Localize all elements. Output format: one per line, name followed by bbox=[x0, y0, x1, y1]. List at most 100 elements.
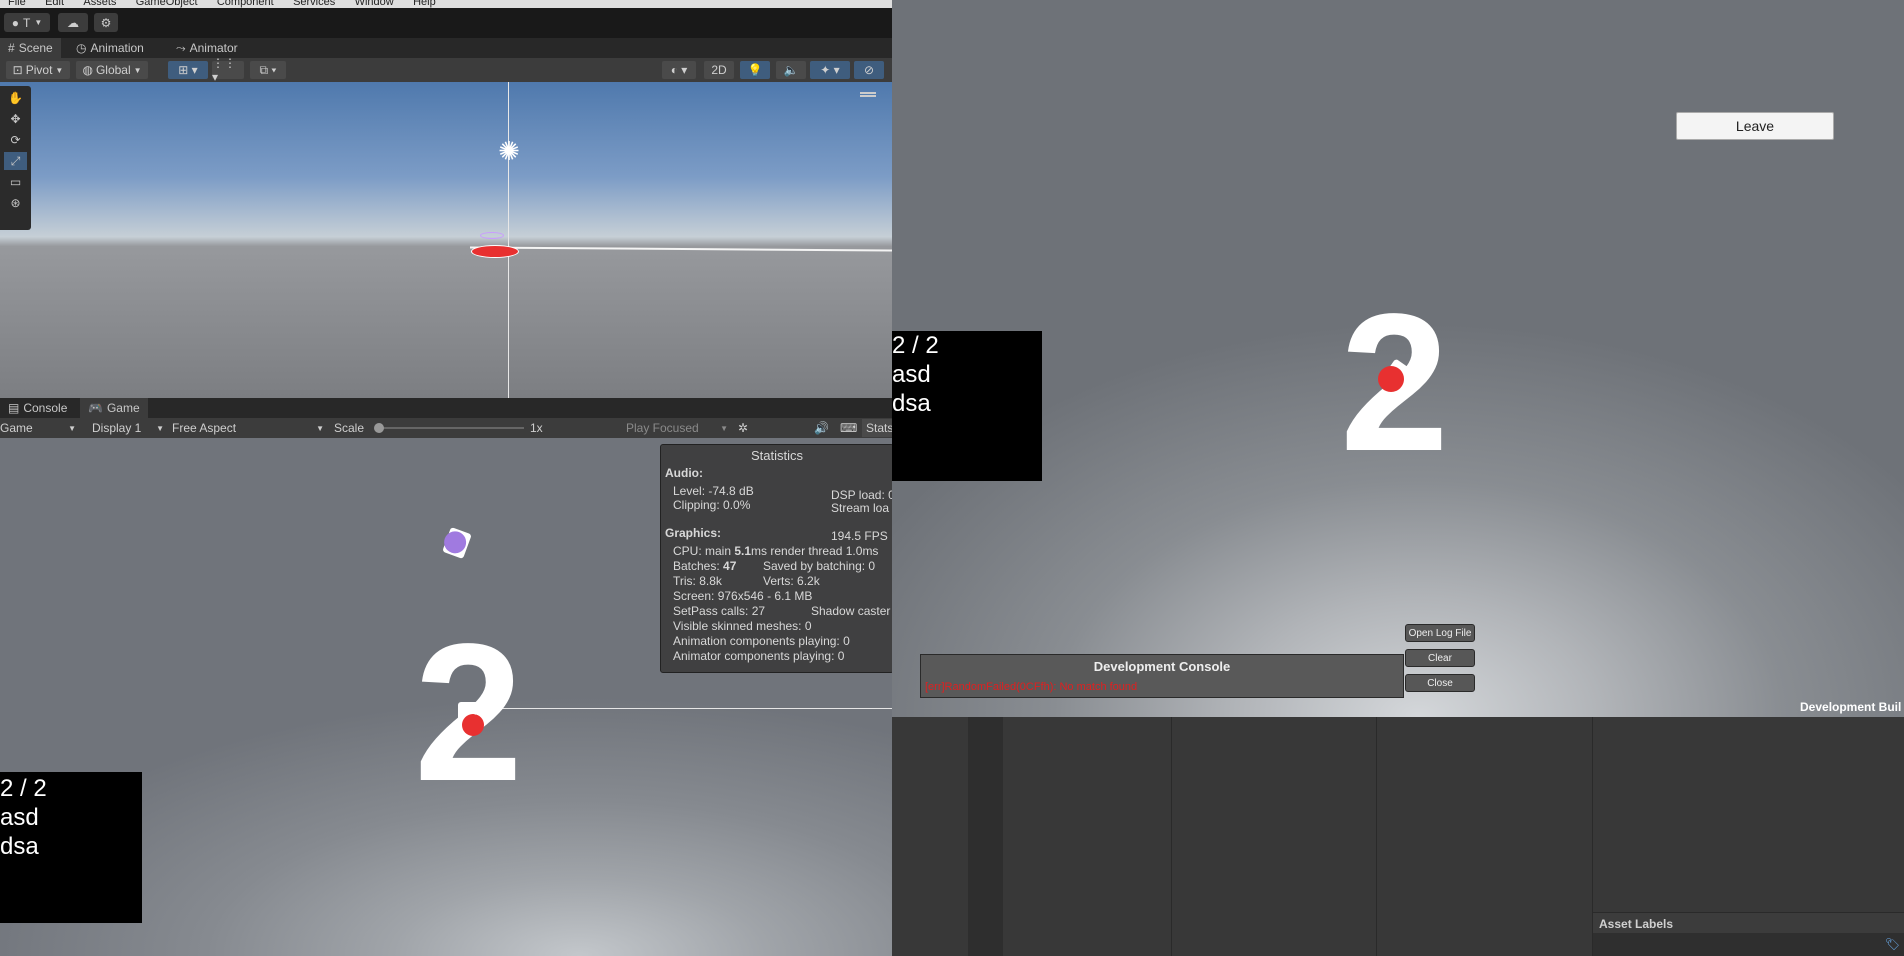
display-dropdown[interactable]: Display 1 ▼ bbox=[92, 419, 164, 437]
snap-increment-button[interactable]: ⋮⋮ ▾ bbox=[212, 56, 244, 84]
play-mode-dropdown[interactable]: Play Focused ▼ bbox=[626, 419, 728, 437]
statistics-title: Statistics bbox=[750, 448, 803, 463]
scene-view[interactable]: ✺ bbox=[0, 82, 892, 398]
menu-edit[interactable]: Edit bbox=[45, 0, 64, 8]
graphics-skinned: Visible skinned meshes: 0 bbox=[673, 619, 812, 633]
rect-tool-icon[interactable]: ▭ bbox=[4, 173, 27, 191]
account-dropdown[interactable]: ● T ▼ bbox=[4, 13, 50, 32]
aspect-dropdown[interactable]: Free Aspect ▼ bbox=[172, 419, 326, 437]
settings-button[interactable]: ⚙ bbox=[94, 13, 118, 32]
build-hud-line-1: asd bbox=[892, 361, 931, 388]
development-console: Development Console [err]RandomFailed(0C… bbox=[920, 654, 1404, 698]
console-error-line[interactable]: [err]RandomFailed(0CFfh): No match found bbox=[925, 681, 1137, 693]
game-ground-line bbox=[470, 708, 892, 709]
keyboard-icon[interactable]: ⌨ bbox=[840, 419, 857, 437]
graphics-tris: Tris: 8.8k bbox=[673, 574, 722, 588]
cloud-button[interactable]: ☁ bbox=[58, 13, 88, 32]
graphics-saved-batching: Saved by batching: 0 bbox=[763, 559, 876, 573]
menu-assets[interactable]: Assets bbox=[83, 0, 116, 8]
tag-icon[interactable]: 🏷 bbox=[1885, 937, 1900, 951]
transform-tool-icon[interactable]: ⊛ bbox=[4, 194, 27, 212]
clear-button[interactable]: Clear bbox=[1405, 649, 1475, 667]
menu-component[interactable]: Component bbox=[217, 0, 274, 8]
open-log-file-button[interactable]: Open Log File bbox=[1405, 624, 1475, 642]
grid-snap-button[interactable]: ⊞ ▾ bbox=[168, 61, 208, 79]
scale-label: Scale bbox=[334, 421, 365, 435]
sun-gizmo-icon: ✺ bbox=[470, 699, 486, 719]
global-label: Global bbox=[95, 63, 131, 77]
hand-tool-icon[interactable]: ✋ bbox=[4, 89, 27, 107]
global-dropdown[interactable]: ◍ Global ▼ bbox=[76, 61, 148, 79]
gear-icon: ⚙ bbox=[100, 15, 112, 30]
tab-console[interactable]: ▤ Console bbox=[0, 398, 75, 418]
speaker-muted-icon: 🔈 bbox=[783, 63, 799, 77]
tab-animation[interactable]: ◷ Animation bbox=[68, 38, 152, 58]
grid-icon: # bbox=[8, 41, 15, 55]
game-toolbar: Game ▼ Display 1 ▼ Free Aspect ▼ Scale 1… bbox=[0, 418, 896, 438]
clock-icon: ◷ bbox=[76, 41, 87, 55]
rotate-tool-icon[interactable]: ⟳ bbox=[4, 131, 27, 149]
main-toolbar: ● T ▼ ☁ ⚙ bbox=[0, 8, 892, 38]
audio-header: Audio: bbox=[665, 466, 703, 480]
scale-slider-thumb[interactable] bbox=[374, 423, 384, 433]
tab-game[interactable]: 🎮 Game bbox=[80, 398, 148, 418]
tool-palette: ✋ ✥ ⟳ ⤢ ▭ ⊛ bbox=[0, 86, 31, 230]
stats-label: Stats bbox=[866, 421, 894, 435]
move-tool-icon[interactable]: ✥ bbox=[4, 110, 27, 128]
project-sidebar bbox=[968, 717, 1003, 956]
pivot-dropdown[interactable]: ⊡ Pivot ▼ bbox=[6, 61, 70, 79]
cpu-prefix: CPU: main bbox=[673, 544, 735, 558]
graphics-header: Graphics: bbox=[665, 526, 722, 540]
graphics-setpass: SetPass calls: 27 bbox=[673, 604, 766, 618]
menu-file[interactable]: File bbox=[8, 0, 26, 8]
menu-window[interactable]: Window bbox=[355, 0, 394, 8]
effects-icon: ✦ ▾ bbox=[820, 63, 840, 77]
build-hud-panel: 2 / 2 asd dsa bbox=[892, 331, 1042, 481]
build-game-window[interactable]: Leave 2 Development Buil bbox=[892, 0, 1904, 717]
scale-slider-track[interactable] bbox=[374, 423, 524, 433]
column-divider bbox=[1376, 717, 1377, 956]
menu-services[interactable]: Services bbox=[293, 0, 335, 8]
chevron-down-icon: ▼ bbox=[720, 423, 728, 433]
close-button[interactable]: Close bbox=[1405, 674, 1475, 692]
column-divider bbox=[1171, 717, 1172, 956]
build-player-red-sprite[interactable] bbox=[1378, 366, 1404, 392]
tab-animation-label: Animation bbox=[90, 41, 144, 55]
tab-scene[interactable]: # Scene bbox=[0, 38, 61, 58]
menu-help[interactable]: Help bbox=[413, 0, 436, 8]
effects-dropdown[interactable]: ✦ ▾ bbox=[810, 61, 850, 79]
draw-mode-dropdown[interactable]: ◐ ▾ bbox=[662, 61, 696, 79]
tab-animator[interactable]: ⤳ Animator bbox=[168, 38, 246, 58]
scene-menu-icon[interactable] bbox=[860, 92, 876, 94]
menu-gameobject[interactable]: GameObject bbox=[136, 0, 198, 8]
stats-button[interactable]: Stats bbox=[862, 419, 896, 437]
lighting-toggle[interactable]: 💡 bbox=[740, 61, 770, 79]
leave-button[interactable]: Leave bbox=[1676, 112, 1834, 140]
development-build-label: Development Buil bbox=[1800, 700, 1902, 714]
hud-line-1: asd bbox=[0, 804, 39, 831]
tab-animator-label: Animator bbox=[189, 41, 238, 55]
scale-tool-icon[interactable]: ⤢ bbox=[4, 152, 27, 170]
sun-icon[interactable]: ✺ bbox=[494, 136, 524, 166]
mute-audio-icon[interactable]: 🔊 bbox=[814, 419, 830, 437]
chevron-down-icon: ▼ bbox=[156, 423, 164, 433]
chevron-down-icon: ▼ bbox=[68, 423, 76, 433]
audio-toggle[interactable]: 🔈 bbox=[776, 61, 806, 79]
hud-line-2: dsa bbox=[0, 833, 39, 860]
tab-game-label: Game bbox=[106, 401, 140, 415]
hidden-objects-toggle[interactable]: ⊘ bbox=[854, 61, 884, 79]
ruler-button[interactable]: ⧉ ▾ bbox=[250, 61, 286, 79]
view-dropdown[interactable]: Game ▼ bbox=[0, 419, 80, 437]
player-purple-object[interactable] bbox=[480, 232, 504, 239]
bug-icon[interactable]: ✲ bbox=[738, 419, 756, 437]
player-red-object[interactable] bbox=[471, 245, 519, 258]
player-purple-sprite[interactable] bbox=[441, 527, 472, 559]
animator-icon: ⤳ bbox=[176, 40, 186, 55]
mode-2d-button[interactable]: 2D bbox=[704, 61, 734, 79]
build-hud-line-2: dsa bbox=[892, 390, 931, 417]
graphics-batches: Batches: 47 bbox=[673, 559, 736, 573]
console-icon: ▤ bbox=[8, 401, 20, 415]
tab-scene-label: Scene bbox=[18, 41, 53, 55]
tab-console-label: Console bbox=[23, 401, 68, 415]
hud-panel: 2 / 2 asd dsa bbox=[0, 772, 142, 923]
